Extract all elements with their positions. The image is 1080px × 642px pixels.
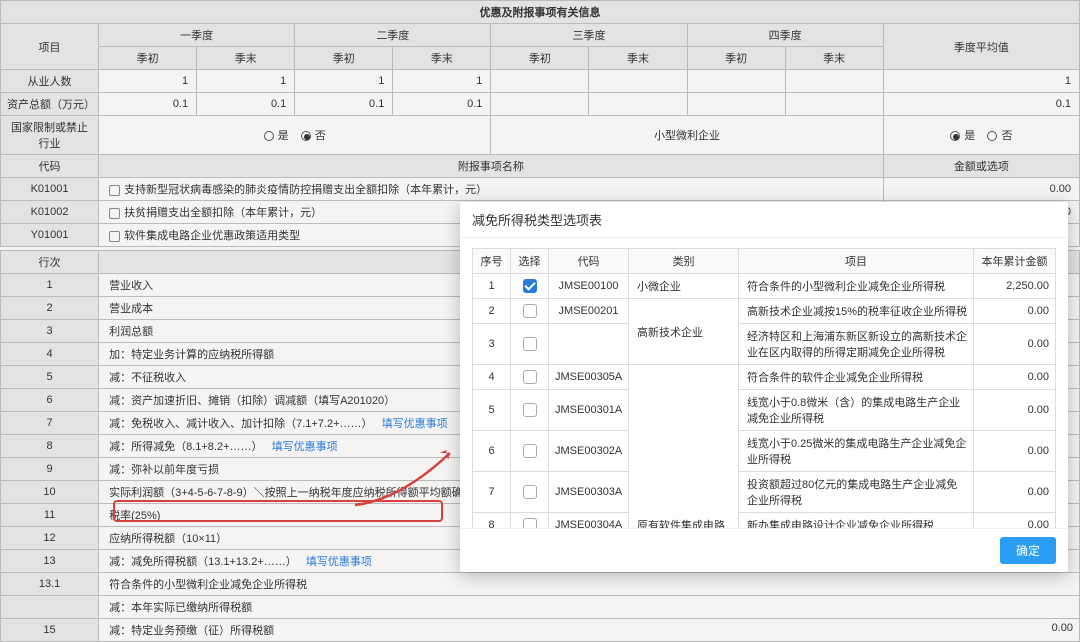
modal-title: 减免所得税类型选项表 (460, 202, 1068, 238)
checkbox-icon (523, 403, 537, 417)
line-row: 减：本年实际已缴纳所得税额 (1, 596, 1080, 619)
table-title: 优惠及附报事项有关信息 (1, 1, 1080, 24)
col-q2: 二季度 (295, 24, 491, 47)
modal-row: 3 经济特区和上海浦东新区新设立的高新技术企业在区内取得的所得定期减免企业所得税… (473, 324, 1056, 365)
modal-row: 1 JMSE00100 小微企业 符合条件的小型微利企业减免企业所得税 2,25… (473, 274, 1056, 299)
line-row: 15 减：特定业务预缴（征）所得税额0.00 (1, 619, 1080, 642)
modal-row: 7 JMSE00303A 投资额超过80亿元的集成电路生产企业减免企业所得税 0… (473, 472, 1056, 513)
restricted-radio[interactable]: 是 否 (99, 116, 491, 155)
modal-row: 2 JMSE00201 高新技术企业 高新技术企业减按15%的税率征收企业所得税… (473, 299, 1056, 324)
checkbox-icon (523, 444, 537, 458)
attachment-row: K01001 支持新型冠状病毒感染的肺炎疫情防控捐赠支出全额扣除（本年累计，元）… (1, 178, 1080, 201)
checkbox-icon (523, 485, 537, 499)
select-checkbox[interactable] (511, 431, 549, 472)
modal-row: 4 JMSE00305A 原有软件集成电路优惠继续执行至到期 符合条件的软件企业… (473, 365, 1056, 390)
row-assets: 资产总额（万元） 0.1 0.1 0.1 0.1 0.1 (1, 93, 1080, 116)
select-checkbox[interactable] (511, 472, 549, 513)
checkbox-icon (523, 337, 537, 351)
modal-row: 8 JMSE00304A 新办集成电路设计企业减免企业所得税 0.00 (473, 513, 1056, 529)
select-checkbox[interactable] (511, 513, 549, 529)
fill-benefit-link[interactable]: 填写优惠事项 (272, 441, 338, 453)
sme-radio[interactable]: 是 否 (883, 116, 1079, 155)
tax-exempt-modal: 减免所得税类型选项表 序号 选择 代码 类别 项目 本年累计金额 1 JMSE0… (460, 202, 1068, 572)
checkbox-icon (523, 370, 537, 384)
checkbox-icon (523, 518, 537, 528)
radio-no-icon (301, 131, 311, 141)
select-checkbox[interactable] (511, 274, 549, 299)
radio-no-icon (987, 131, 997, 141)
select-checkbox[interactable] (511, 324, 549, 365)
confirm-button[interactable]: 确定 (1000, 537, 1056, 564)
checkbox-icon (523, 304, 537, 318)
modal-table: 序号 选择 代码 类别 项目 本年累计金额 1 JMSE00100 小微企业 符… (472, 248, 1056, 528)
col-q3: 三季度 (491, 24, 687, 47)
fill-benefit-link[interactable]: 填写优惠事项 (382, 418, 448, 430)
fill-benefit-link[interactable]: 填写优惠事项 (306, 556, 372, 568)
select-checkbox[interactable] (511, 390, 549, 431)
modal-row: 6 JMSE00302A 线宽小于0.25微米的集成电路生产企业减免企业所得税 … (473, 431, 1056, 472)
checkbox-icon[interactable] (109, 185, 120, 196)
row-restricted: 国家限制或禁止行业 是 否 小型微利企业 是 否 (1, 116, 1080, 155)
col-q1: 一季度 (99, 24, 295, 47)
select-checkbox[interactable] (511, 365, 549, 390)
checkbox-icon[interactable] (109, 208, 120, 219)
row-employees: 从业人数 1 1 1 1 1 (1, 70, 1080, 93)
sme-label: 小型微利企业 (491, 116, 883, 155)
radio-yes-icon (264, 131, 274, 141)
col-project: 项目 (1, 24, 99, 70)
select-checkbox[interactable] (511, 299, 549, 324)
checkbox-icon (523, 279, 537, 293)
modal-row: 5 JMSE00301A 线宽小于0.8微米（含）的集成电路生产企业减免企业所得… (473, 390, 1056, 431)
radio-yes-icon (950, 131, 960, 141)
col-q4: 四季度 (687, 24, 883, 47)
line-row: 13.1 符合条件的小型微利企业减免企业所得税 (1, 573, 1080, 596)
checkbox-icon[interactable] (109, 231, 120, 242)
col-avg: 季度平均值 (883, 24, 1079, 70)
